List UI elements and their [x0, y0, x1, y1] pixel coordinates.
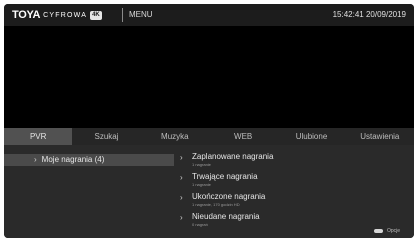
submenu-item-title: Nieudane nagrania	[192, 212, 260, 221]
submenu-item-subtitle: 1 nagranie, 170 godzin HD	[192, 202, 240, 207]
menu-item-label: Moje nagrania (4)	[41, 155, 105, 164]
chevron-right-icon: ›	[34, 155, 37, 164]
tab-bar: PVR Szukaj Muzyka WEB Ulubione Ustawieni…	[4, 128, 414, 145]
tab-pvr[interactable]: PVR	[4, 128, 73, 145]
submenu-item-trwajace[interactable]: › Trwające nagrania 1 nagranie	[180, 172, 380, 192]
chevron-right-icon: ›	[180, 153, 183, 162]
tab-ustawienia[interactable]: Ustawienia	[346, 128, 414, 145]
options-key-icon	[373, 229, 383, 233]
submenu-item-title: Zaplanowane nagrania	[192, 152, 274, 161]
submenu-item-title: Ukończone nagrania	[192, 192, 266, 201]
chevron-right-icon: ›	[180, 213, 183, 222]
chevron-right-icon: ›	[180, 193, 183, 202]
submenu-item-title: Trwające nagrania	[192, 172, 258, 181]
menu-item-moje-nagrania[interactable]: › Moje nagrania (4)	[4, 154, 174, 166]
tab-web[interactable]: WEB	[209, 128, 277, 145]
tab-ulubione[interactable]: Ulubione	[277, 128, 345, 145]
header-divider	[122, 8, 123, 22]
chevron-right-icon: ›	[180, 173, 183, 182]
options-label: Opcje	[386, 228, 400, 234]
submenu-list: › Zaplanowane nagrania 1 nagranie › Trwa…	[180, 152, 380, 232]
submenu-item-subtitle: 1 nagranie	[192, 162, 211, 167]
brand-sub-text: CYFROWA	[43, 11, 88, 19]
brand-main-text: TOYA	[12, 9, 41, 21]
brand-4k-badge: 4K	[90, 10, 102, 20]
submenu-item-ukonczone[interactable]: › Ukończone nagrania 1 nagranie, 170 god…	[180, 192, 380, 212]
top-bar: TOYA CYFROWA 4K MENU 15:42:41 20/09/2019	[4, 4, 414, 26]
submenu-item-nieudane[interactable]: › Nieudane nagrania 0 nagrań	[180, 212, 380, 232]
tv-screen: TOYA CYFROWA 4K MENU 15:42:41 20/09/2019…	[4, 4, 414, 238]
tab-szukaj[interactable]: Szukaj	[72, 128, 140, 145]
submenu-item-subtitle: 1 nagranie	[192, 182, 211, 187]
submenu-item-subtitle: 0 nagrań	[192, 222, 208, 227]
brand-logo: TOYA CYFROWA 4K	[12, 9, 102, 21]
menu-content: › Moje nagrania (4) › Zaplanowane nagrani…	[4, 145, 414, 238]
menu-title: MENU	[129, 10, 153, 19]
tab-muzyka[interactable]: Muzyka	[141, 128, 209, 145]
options-hint[interactable]: Opcje	[373, 228, 400, 234]
submenu-item-zaplanowane[interactable]: › Zaplanowane nagrania 1 nagranie	[180, 152, 380, 172]
clock: 15:42:41 20/09/2019	[332, 10, 406, 19]
